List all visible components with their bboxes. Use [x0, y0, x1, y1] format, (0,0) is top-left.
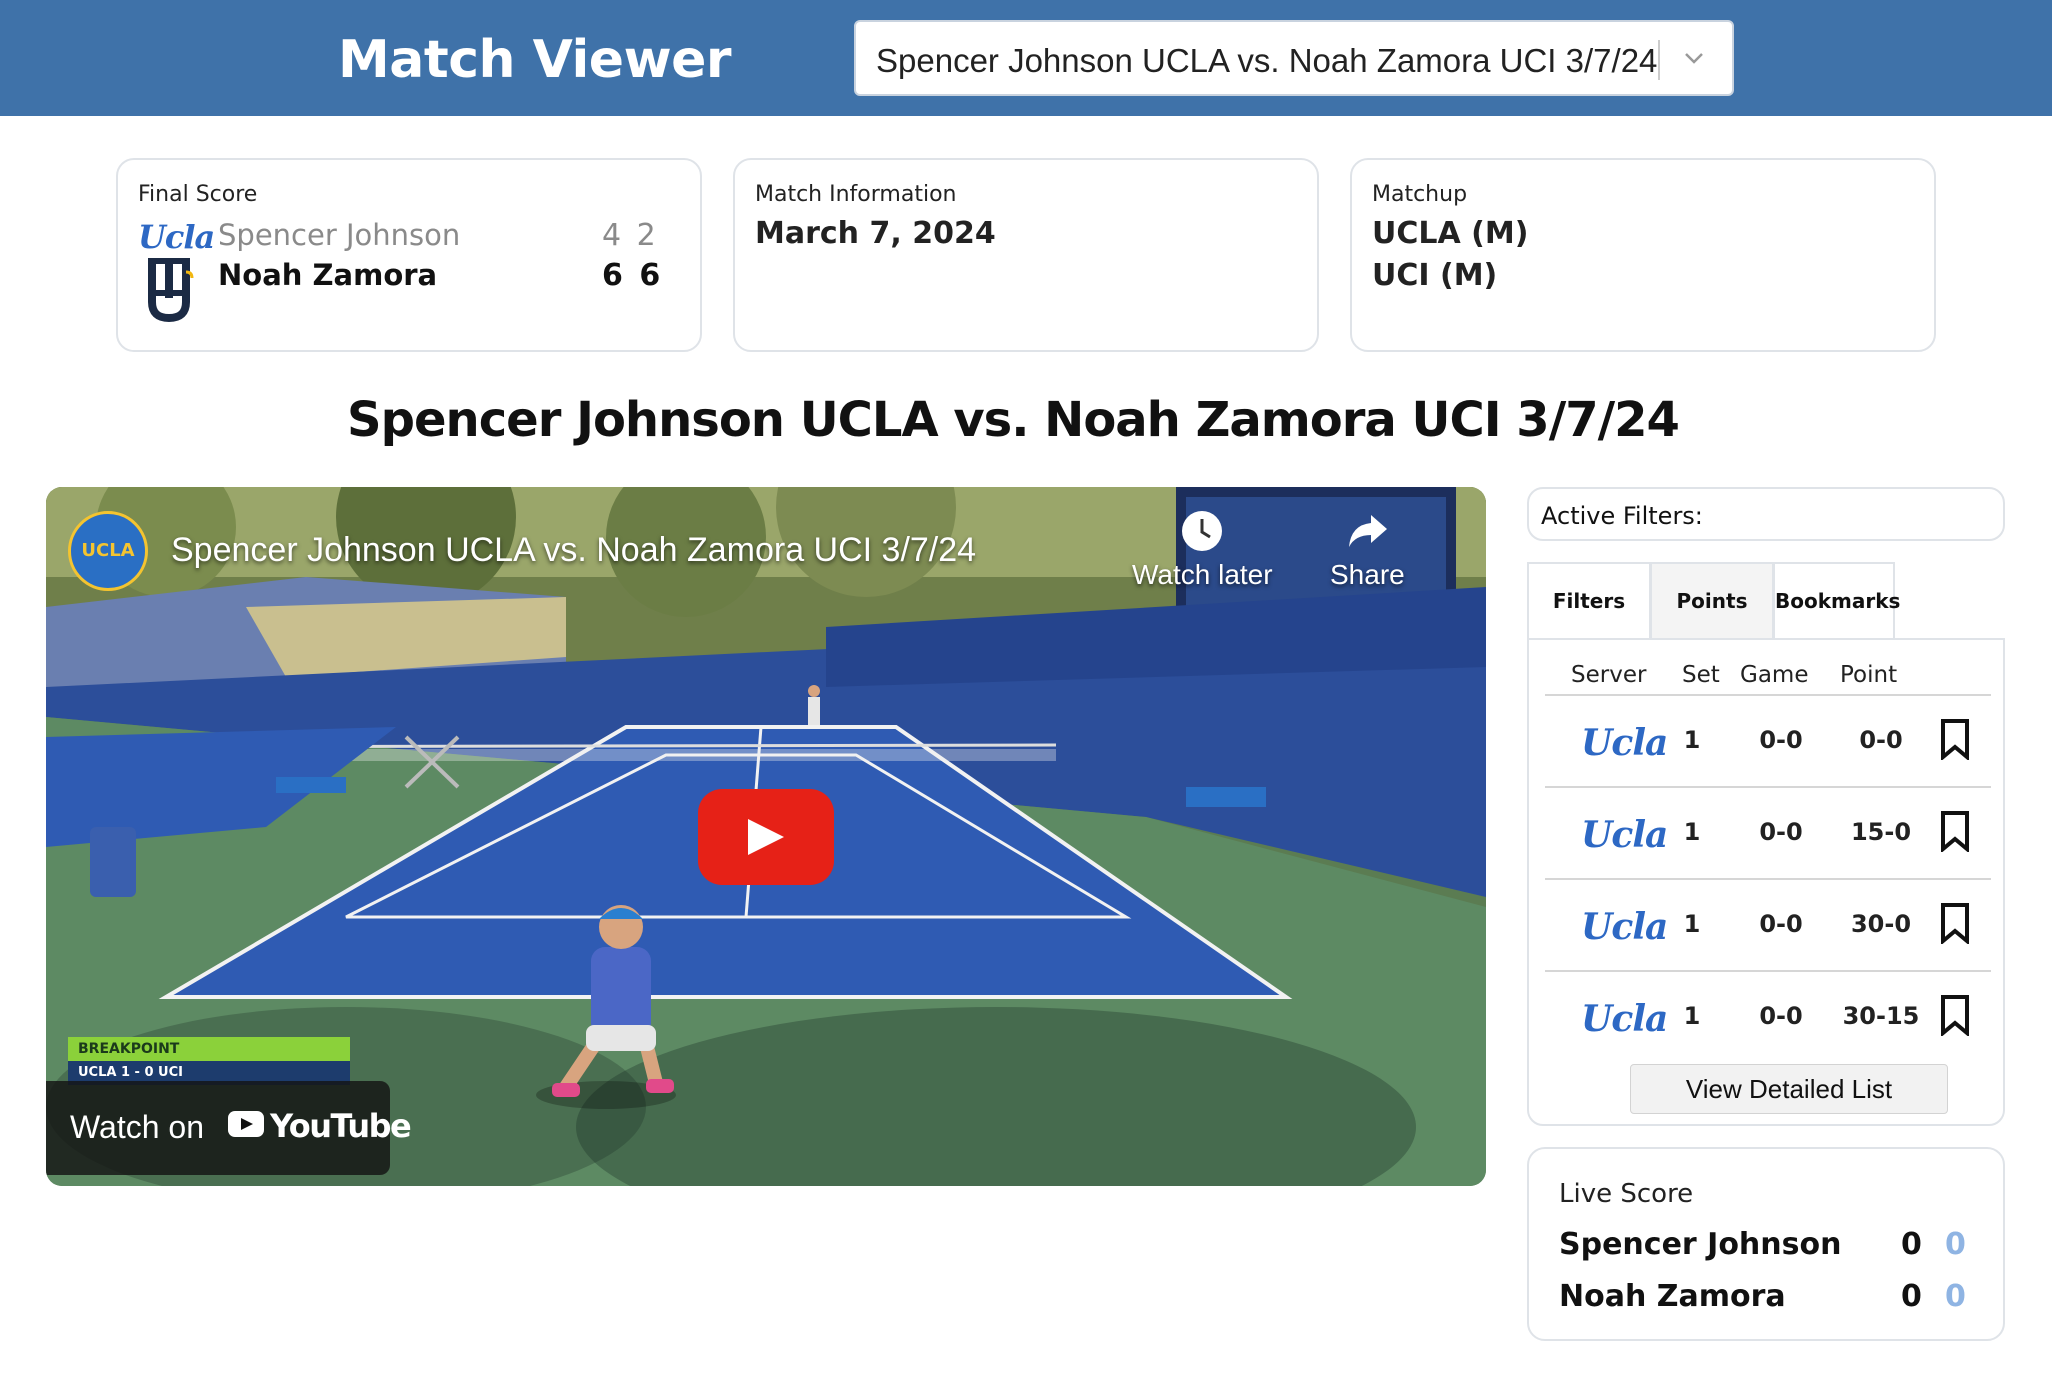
app-header: Match Viewer Spencer Johnson UCLA vs. No…	[0, 0, 2052, 116]
column-header-point: Point	[1840, 662, 1898, 688]
point-game: 0-0	[1759, 726, 1803, 754]
clock-icon	[1182, 511, 1223, 551]
active-filters-label: Active Filters:	[1541, 502, 1703, 530]
scorebug: BREAKPOINT UCLA 1 - 0 UCI	[68, 1037, 350, 1085]
play-icon	[748, 819, 784, 855]
share-label: Share	[1330, 559, 1405, 590]
tab-points[interactable]: Points	[1650, 562, 1774, 640]
point-score: 30-0	[1850, 910, 1912, 938]
point-score: 15-0	[1850, 818, 1912, 846]
point-set: 1	[1683, 910, 1701, 938]
live-score-sets: 0	[1901, 1227, 1922, 1262]
watch-later-label: Watch later	[1132, 559, 1273, 590]
bookmark-icon[interactable]	[1937, 994, 1973, 1036]
matchup-team-1: UCLA (M)	[1372, 216, 1529, 251]
tab-filters[interactable]: Filters	[1527, 562, 1651, 640]
match-select-value: Spencer Johnson UCLA vs. Noah Zamora UCI…	[876, 42, 1658, 79]
final-score-sets: 6 6	[602, 258, 661, 293]
bookmark-icon[interactable]	[1937, 902, 1973, 944]
ucla-logo: Ucla	[1581, 814, 1668, 856]
youtube-wordmark: YouTube	[270, 1107, 412, 1145]
bookmark-icon[interactable]	[1937, 810, 1973, 852]
match-date: March 7, 2024	[755, 216, 996, 251]
point-score: 30-15	[1842, 1002, 1920, 1030]
channel-logo-text: UCLA	[81, 540, 135, 561]
point-game: 0-0	[1759, 818, 1803, 846]
point-row[interactable]: Ucla 1 0-0 0-0	[1545, 696, 1991, 788]
final-score-player-name: Spencer Johnson	[218, 218, 461, 252]
active-filters-box: Active Filters:	[1527, 487, 2005, 541]
ucla-logo: Ucla	[138, 218, 215, 256]
live-score-games: 0	[1945, 1227, 1966, 1262]
match-heading: Spencer Johnson UCLA vs. Noah Zamora UCI…	[0, 392, 2052, 448]
channel-logo[interactable]: UCLA	[68, 511, 148, 591]
app-title: Match Viewer	[338, 30, 732, 90]
uci-logo	[148, 258, 194, 323]
column-header-server: Server	[1571, 662, 1647, 688]
final-score-row: Ucla Spencer Johnson 4 2	[138, 216, 678, 256]
watch-on-label: Watch on	[70, 1109, 204, 1145]
view-detailed-list-button[interactable]: View Detailed List	[1630, 1064, 1948, 1114]
matchup-card: Matchup UCLA (M) UCI (M)	[1350, 158, 1936, 352]
live-score-player-name: Spencer Johnson	[1559, 1227, 1842, 1262]
point-row[interactable]: Ucla 1 0-0 15-0	[1545, 788, 1991, 880]
video-player[interactable]: UCLA Spencer Johnson UCLA vs. Noah Zamor…	[46, 487, 1486, 1186]
ucla-logo: Ucla	[1581, 906, 1668, 948]
watch-on-youtube-button[interactable]: Watch on YouTube	[46, 1081, 412, 1175]
live-score-label: Live Score	[1559, 1179, 1694, 1209]
scorebug-title: BREAKPOINT	[78, 1041, 180, 1057]
youtube-logo-icon	[228, 1111, 264, 1137]
point-set: 1	[1683, 1002, 1701, 1030]
points-panel: Server Set Game Point Ucla 1 0-0 0-0 Ucl…	[1527, 638, 2005, 1126]
video-title[interactable]: Spencer Johnson UCLA vs. Noah Zamora UCI…	[171, 531, 976, 570]
matchup-team-2: UCI (M)	[1372, 258, 1498, 293]
final-score-row: Noah Zamora 6 6	[138, 256, 678, 323]
play-button[interactable]	[698, 789, 834, 885]
point-score: 0-0	[1859, 726, 1903, 754]
matchup-label: Matchup	[1372, 182, 1468, 207]
watch-later-button[interactable]: Watch later	[1132, 509, 1273, 591]
point-row[interactable]: Ucla 1 0-0 30-0	[1545, 880, 1991, 972]
bookmark-icon[interactable]	[1937, 718, 1973, 760]
point-row[interactable]: Ucla 1 0-0 30-15	[1545, 972, 1991, 1064]
point-game: 0-0	[1759, 910, 1803, 938]
final-score-player-name: Noah Zamora	[218, 258, 438, 292]
point-set: 1	[1683, 726, 1701, 754]
live-score-player-name: Noah Zamora	[1559, 1279, 1786, 1314]
share-icon	[1349, 515, 1388, 547]
match-heading-text: Spencer Johnson UCLA vs. Noah Zamora UCI…	[347, 392, 1680, 448]
match-select-dropdown[interactable]: Spencer Johnson UCLA vs. Noah Zamora UCI…	[854, 20, 1734, 96]
live-score-games: 0	[1945, 1279, 1966, 1314]
ucla-logo: Ucla	[1581, 722, 1668, 764]
select-separator	[1658, 40, 1660, 80]
point-set: 1	[1683, 818, 1701, 846]
tab-bookmarks[interactable]: Bookmarks	[1773, 562, 1900, 640]
match-info-card: Match Information March 7, 2024	[733, 158, 1319, 352]
scorebug-score: UCLA 1 - 0 UCI	[78, 1065, 183, 1080]
chevron-down-icon[interactable]	[1682, 46, 1706, 70]
point-game: 0-0	[1759, 1002, 1803, 1030]
column-header-game: Game	[1740, 662, 1809, 688]
live-score-sets: 0	[1901, 1279, 1922, 1314]
final-score-card: Final Score Ucla Spencer Johnson 4 2 Noa…	[116, 158, 702, 352]
final-score-sets: 4 2	[602, 218, 656, 253]
final-score-label: Final Score	[138, 182, 258, 207]
ucla-logo: Ucla	[1581, 998, 1668, 1040]
share-button[interactable]: Share	[1330, 509, 1405, 591]
match-info-label: Match Information	[755, 182, 957, 207]
scorebug-header: BREAKPOINT	[68, 1037, 350, 1061]
column-header-set: Set	[1682, 662, 1720, 688]
live-score-card: Live Score Spencer Johnson 0 0 Noah Zamo…	[1527, 1147, 2005, 1341]
